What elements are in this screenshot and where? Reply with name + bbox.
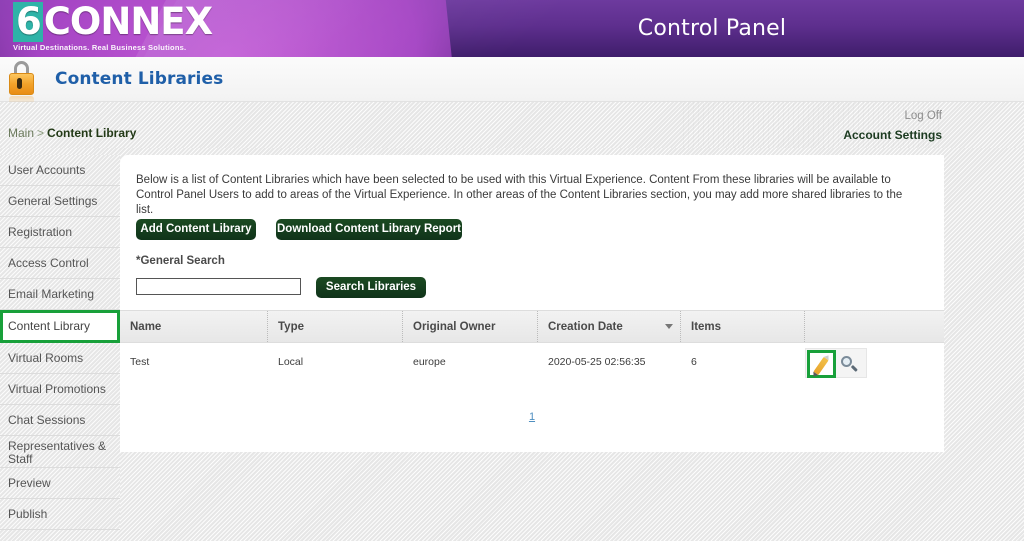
cell-items: 6: [681, 356, 805, 368]
sidebar-item-virtual-promotions[interactable]: Virtual Promotions: [0, 374, 120, 405]
logo-tagline: Virtual Destinations. Real Business Solu…: [13, 43, 191, 52]
account-strip: Log Off Account Settings: [0, 102, 1024, 148]
cell-creation-date: 2020-05-25 02:56:35: [538, 356, 681, 368]
column-header-items[interactable]: Items: [681, 311, 805, 344]
top-banner: 6CONNEX Virtual Destinations. Real Busin…: [0, 0, 1024, 57]
account-settings-link[interactable]: Account Settings: [843, 128, 942, 142]
download-content-library-report-button[interactable]: Download Content Library Report: [276, 219, 462, 240]
table-row[interactable]: Test Local europe 2020-05-25 02:56:35 6: [120, 343, 944, 385]
column-header-name[interactable]: Name: [120, 311, 268, 344]
sidebar-item-preview[interactable]: Preview: [0, 468, 120, 499]
pagination: 1: [120, 407, 944, 425]
sidebar-item-publish[interactable]: Publish: [0, 499, 120, 530]
search-libraries-button[interactable]: Search Libraries: [316, 277, 426, 298]
column-header-actions: [805, 311, 944, 344]
general-search-label: *General Search: [136, 255, 225, 267]
row-actions: [805, 348, 867, 378]
breadcrumb-separator: >: [37, 126, 44, 140]
breadcrumb-main[interactable]: Main: [8, 126, 34, 140]
breadcrumb: Main>Content Library: [8, 126, 136, 140]
pencil-glyph: [813, 357, 828, 375]
general-search-input[interactable]: [136, 278, 301, 295]
sidebar-item-user-accounts[interactable]: User Accounts: [0, 155, 120, 186]
magnifier-view-icon[interactable]: [839, 354, 861, 376]
banner-title: Control Panel: [0, 16, 1024, 41]
lock-icon: [6, 61, 36, 97]
log-off-link[interactable]: Log Off: [904, 110, 942, 122]
pagination-page-1[interactable]: 1: [529, 411, 535, 423]
cell-name: Test: [120, 356, 268, 368]
sidebar-item-access-control[interactable]: Access Control: [0, 248, 120, 279]
sidebar-item-email-marketing[interactable]: Email Marketing: [0, 279, 120, 310]
column-header-type[interactable]: Type: [268, 311, 403, 344]
magnifier-handle: [851, 365, 858, 372]
cell-original-owner: europe: [403, 356, 538, 368]
pencil-edit-icon[interactable]: [807, 350, 836, 378]
page-title-strip: Content Libraries: [0, 57, 1024, 102]
chevron-down-icon[interactable]: [665, 324, 673, 329]
breadcrumb-current: Content Library: [47, 126, 136, 140]
page-title: Content Libraries: [55, 69, 223, 89]
lock-keyhole: [17, 78, 22, 89]
magnifier-lens: [841, 356, 852, 367]
column-header-creation-date[interactable]: Creation Date: [538, 311, 681, 344]
table-header-row: Name Type Original Owner Creation Date I…: [120, 310, 944, 343]
add-content-library-button[interactable]: Add Content Library: [136, 219, 256, 240]
sidebar-item-representatives-staff[interactable]: Representatives & Staff: [0, 436, 120, 468]
sidebar-nav: User Accounts General Settings Registrat…: [0, 155, 120, 530]
column-header-creation-date-label: Creation Date: [548, 321, 623, 333]
content-description: Below is a list of Content Libraries whi…: [136, 173, 922, 218]
sidebar-item-chat-sessions[interactable]: Chat Sessions: [0, 405, 120, 436]
sidebar-item-registration[interactable]: Registration: [0, 217, 120, 248]
sidebar-item-virtual-rooms[interactable]: Virtual Rooms: [0, 343, 120, 374]
main-content-panel: Below is a list of Content Libraries whi…: [120, 155, 944, 452]
sidebar-item-content-library[interactable]: Content Library: [0, 310, 120, 343]
column-header-original-owner[interactable]: Original Owner: [403, 311, 538, 344]
cell-type: Local: [268, 356, 403, 368]
sidebar-item-general-settings[interactable]: General Settings: [0, 186, 120, 217]
